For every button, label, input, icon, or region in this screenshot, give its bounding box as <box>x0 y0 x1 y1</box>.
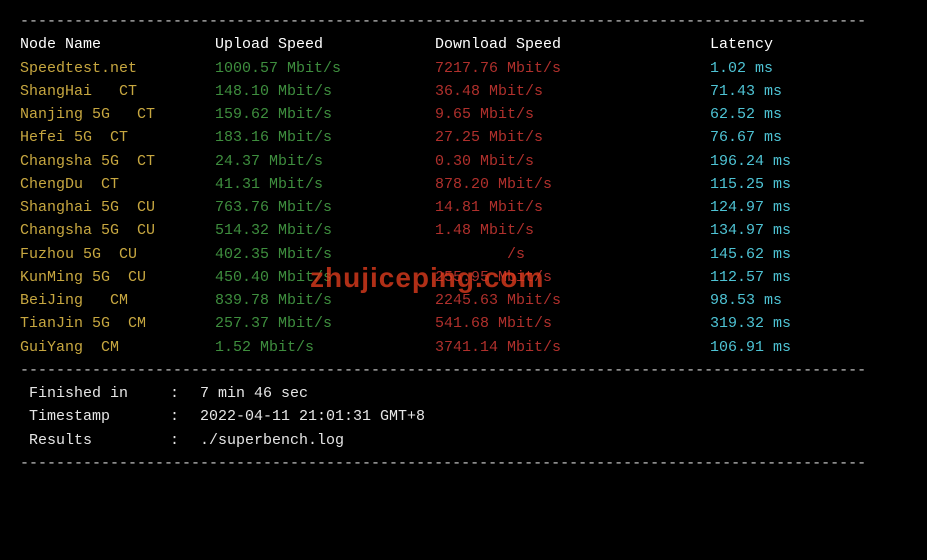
header-row: Node Name Upload Speed Download Speed La… <box>20 33 907 56</box>
latency: 145.62 ms <box>710 243 907 266</box>
table-row: TianJin 5G CM257.37 Mbit/s541.68 Mbit/s3… <box>20 312 907 335</box>
results-table-body: Speedtest.net1000.57 Mbit/s7217.76 Mbit/… <box>20 57 907 359</box>
header-download: Download Speed <box>435 33 710 56</box>
table-row: KunMing 5G CU450.40 Mbit/s255.95 Mbit/s1… <box>20 266 907 289</box>
divider-bottom: ----------------------------------------… <box>20 452 907 475</box>
header-latency: Latency <box>710 33 907 56</box>
node-name: Changsha 5G CT <box>20 150 215 173</box>
finished-value: 7 min 46 sec <box>200 382 308 405</box>
table-row: ShangHai CT148.10 Mbit/s36.48 Mbit/s71.4… <box>20 80 907 103</box>
download-speed: 1.48 Mbit/s <box>435 219 710 242</box>
upload-speed: 402.35 Mbit/s <box>215 243 435 266</box>
upload-speed: 159.62 Mbit/s <box>215 103 435 126</box>
latency: 62.52 ms <box>710 103 907 126</box>
results-label: Results <box>20 429 170 452</box>
divider-top: ----------------------------------------… <box>20 10 907 33</box>
latency: 134.97 ms <box>710 219 907 242</box>
table-row: Hefei 5G CT183.16 Mbit/s27.25 Mbit/s76.6… <box>20 126 907 149</box>
latency: 106.91 ms <box>710 336 907 359</box>
footer-timestamp: Timestamp : 2022-04-11 21:01:31 GMT+8 <box>20 405 907 428</box>
footer-results: Results : ./superbench.log <box>20 429 907 452</box>
node-name: ShangHai CT <box>20 80 215 103</box>
upload-speed: 148.10 Mbit/s <box>215 80 435 103</box>
table-row: Shanghai 5G CU763.76 Mbit/s14.81 Mbit/s1… <box>20 196 907 219</box>
table-row: Nanjing 5G CT159.62 Mbit/s9.65 Mbit/s62.… <box>20 103 907 126</box>
table-row: Changsha 5G CT24.37 Mbit/s0.30 Mbit/s196… <box>20 150 907 173</box>
node-name: TianJin 5G CM <box>20 312 215 335</box>
latency: 1.02 ms <box>710 57 907 80</box>
finished-label: Finished in <box>20 382 170 405</box>
download-speed: 0.30 Mbit/s <box>435 150 710 173</box>
node-name: Nanjing 5G CT <box>20 103 215 126</box>
upload-speed: 41.31 Mbit/s <box>215 173 435 196</box>
download-speed: 14.81 Mbit/s <box>435 196 710 219</box>
node-name: Hefei 5G CT <box>20 126 215 149</box>
download-speed: 9.65 Mbit/s <box>435 103 710 126</box>
header-node: Node Name <box>20 33 215 56</box>
footer-finished: Finished in : 7 min 46 sec <box>20 382 907 405</box>
download-speed: 3741.14 Mbit/s <box>435 336 710 359</box>
latency: 319.32 ms <box>710 312 907 335</box>
table-row: Fuzhou 5G CU402.35 Mbit/s /s145.62 ms <box>20 243 907 266</box>
colon: : <box>170 429 200 452</box>
node-name: ChengDu CT <box>20 173 215 196</box>
node-name: Fuzhou 5G CU <box>20 243 215 266</box>
upload-speed: 257.37 Mbit/s <box>215 312 435 335</box>
table-row: ChengDu CT41.31 Mbit/s878.20 Mbit/s115.2… <box>20 173 907 196</box>
node-name: Speedtest.net <box>20 57 215 80</box>
colon: : <box>170 382 200 405</box>
upload-speed: 450.40 Mbit/s <box>215 266 435 289</box>
download-speed: 878.20 Mbit/s <box>435 173 710 196</box>
upload-speed: 24.37 Mbit/s <box>215 150 435 173</box>
divider-mid: ----------------------------------------… <box>20 359 907 382</box>
download-speed: 36.48 Mbit/s <box>435 80 710 103</box>
upload-speed: 1.52 Mbit/s <box>215 336 435 359</box>
latency: 124.97 ms <box>710 196 907 219</box>
download-speed: 27.25 Mbit/s <box>435 126 710 149</box>
latency: 196.24 ms <box>710 150 907 173</box>
download-speed: 2245.63 Mbit/s <box>435 289 710 312</box>
node-name: KunMing 5G CU <box>20 266 215 289</box>
latency: 98.53 ms <box>710 289 907 312</box>
timestamp-value: 2022-04-11 21:01:31 GMT+8 <box>200 405 425 428</box>
table-row: BeiJing CM839.78 Mbit/s2245.63 Mbit/s98.… <box>20 289 907 312</box>
colon: : <box>170 405 200 428</box>
latency: 71.43 ms <box>710 80 907 103</box>
results-value: ./superbench.log <box>200 429 344 452</box>
download-speed: 7217.76 Mbit/s <box>435 57 710 80</box>
node-name: Changsha 5G CU <box>20 219 215 242</box>
table-row: Changsha 5G CU514.32 Mbit/s1.48 Mbit/s13… <box>20 219 907 242</box>
node-name: Shanghai 5G CU <box>20 196 215 219</box>
upload-speed: 183.16 Mbit/s <box>215 126 435 149</box>
header-upload: Upload Speed <box>215 33 435 56</box>
download-speed: 255.95 Mbit/s <box>435 266 710 289</box>
upload-speed: 1000.57 Mbit/s <box>215 57 435 80</box>
node-name: GuiYang CM <box>20 336 215 359</box>
latency: 112.57 ms <box>710 266 907 289</box>
upload-speed: 763.76 Mbit/s <box>215 196 435 219</box>
latency: 76.67 ms <box>710 126 907 149</box>
download-speed: /s <box>435 243 710 266</box>
download-speed: 541.68 Mbit/s <box>435 312 710 335</box>
latency: 115.25 ms <box>710 173 907 196</box>
upload-speed: 514.32 Mbit/s <box>215 219 435 242</box>
upload-speed: 839.78 Mbit/s <box>215 289 435 312</box>
table-row: Speedtest.net1000.57 Mbit/s7217.76 Mbit/… <box>20 57 907 80</box>
timestamp-label: Timestamp <box>20 405 170 428</box>
node-name: BeiJing CM <box>20 289 215 312</box>
table-row: GuiYang CM1.52 Mbit/s3741.14 Mbit/s106.9… <box>20 336 907 359</box>
